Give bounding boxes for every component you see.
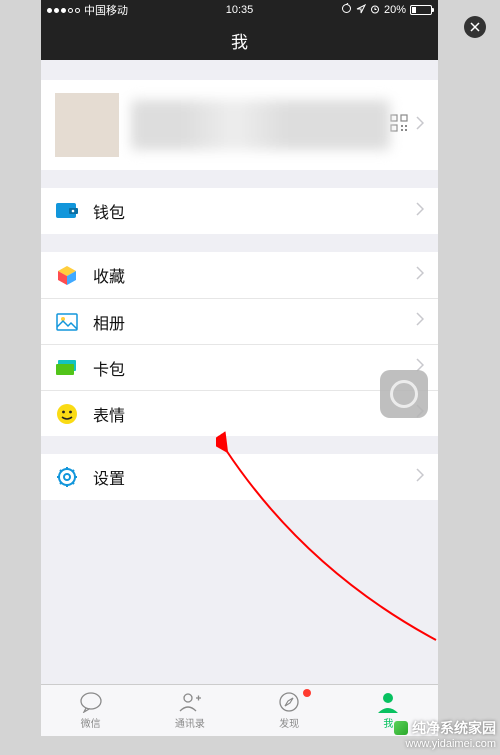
menu-item-favorites[interactable]: 收藏 <box>41 252 438 298</box>
menu-label: 相册 <box>93 310 416 334</box>
page-title: 我 <box>231 28 248 53</box>
emoji-icon <box>55 402 79 426</box>
chevron-right-icon <box>416 312 424 331</box>
tab-label: 通讯录 <box>175 715 205 730</box>
person-icon <box>376 691 400 713</box>
menu-label: 表情 <box>93 402 416 426</box>
tab-discover[interactable]: 发现 <box>240 685 339 736</box>
notification-badge <box>303 689 311 697</box>
tab-label: 我 <box>383 715 393 730</box>
group-settings: 设置 <box>41 454 438 500</box>
assistive-touch-button[interactable] <box>380 370 428 418</box>
tab-label: 微信 <box>81 715 101 730</box>
signal-dots-icon <box>47 8 80 13</box>
menu-label: 收藏 <box>93 263 416 287</box>
chevron-right-icon <box>416 202 424 221</box>
battery-pct-label: 20% <box>384 4 406 16</box>
menu-label: 钱包 <box>93 199 416 223</box>
menu-label: 设置 <box>93 465 416 489</box>
phone-frame: 中国移动 10:35 20% 我 <box>41 0 438 736</box>
avatar <box>55 93 119 157</box>
battery-icon <box>410 5 432 15</box>
tab-contacts[interactable]: 通讯录 <box>140 685 239 736</box>
contacts-icon <box>178 691 202 713</box>
cards-icon <box>55 356 79 380</box>
cube-icon <box>55 263 79 287</box>
clock-label: 10:35 <box>226 4 254 16</box>
chevron-right-icon <box>416 116 424 135</box>
wallet-icon <box>55 199 79 223</box>
menu-label: 卡包 <box>93 356 416 380</box>
chevron-right-icon <box>416 468 424 487</box>
carrier-label: 中国移动 <box>84 2 128 18</box>
compass-icon <box>277 691 301 713</box>
chat-icon <box>79 691 103 713</box>
watermark: 纯净系统家园 www.yidaimei.com <box>394 719 496 751</box>
menu-item-stickers[interactable]: 表情 <box>41 390 438 436</box>
profile-card[interactable] <box>41 80 438 170</box>
qr-icon <box>390 114 408 137</box>
menu-item-cards[interactable]: 卡包 <box>41 344 438 390</box>
watermark-brand: 纯净系统家园 <box>412 719 496 737</box>
gear-icon <box>55 465 79 489</box>
profile-info-redacted <box>131 100 390 150</box>
status-bar: 中国移动 10:35 20% <box>41 0 438 20</box>
nav-bar: 我 <box>41 20 438 60</box>
menu-item-settings[interactable]: 设置 <box>41 454 438 500</box>
tab-chat[interactable]: 微信 <box>41 685 140 736</box>
group-collections: 收藏 相册 卡包 表情 <box>41 252 438 436</box>
tab-label: 发现 <box>279 715 299 730</box>
lock-orientation-icon <box>341 3 352 17</box>
location-icon <box>356 4 366 17</box>
watermark-url: www.yidaimei.com <box>394 737 496 751</box>
menu-item-wallet[interactable]: 钱包 <box>41 188 438 234</box>
close-button[interactable] <box>464 16 486 38</box>
tab-bar: 微信 通讯录 发现 我 <box>41 684 438 736</box>
photo-icon <box>55 310 79 334</box>
group-wallet: 钱包 <box>41 188 438 234</box>
menu-item-album[interactable]: 相册 <box>41 298 438 344</box>
chevron-right-icon <box>416 266 424 285</box>
alarm-icon <box>370 4 380 17</box>
